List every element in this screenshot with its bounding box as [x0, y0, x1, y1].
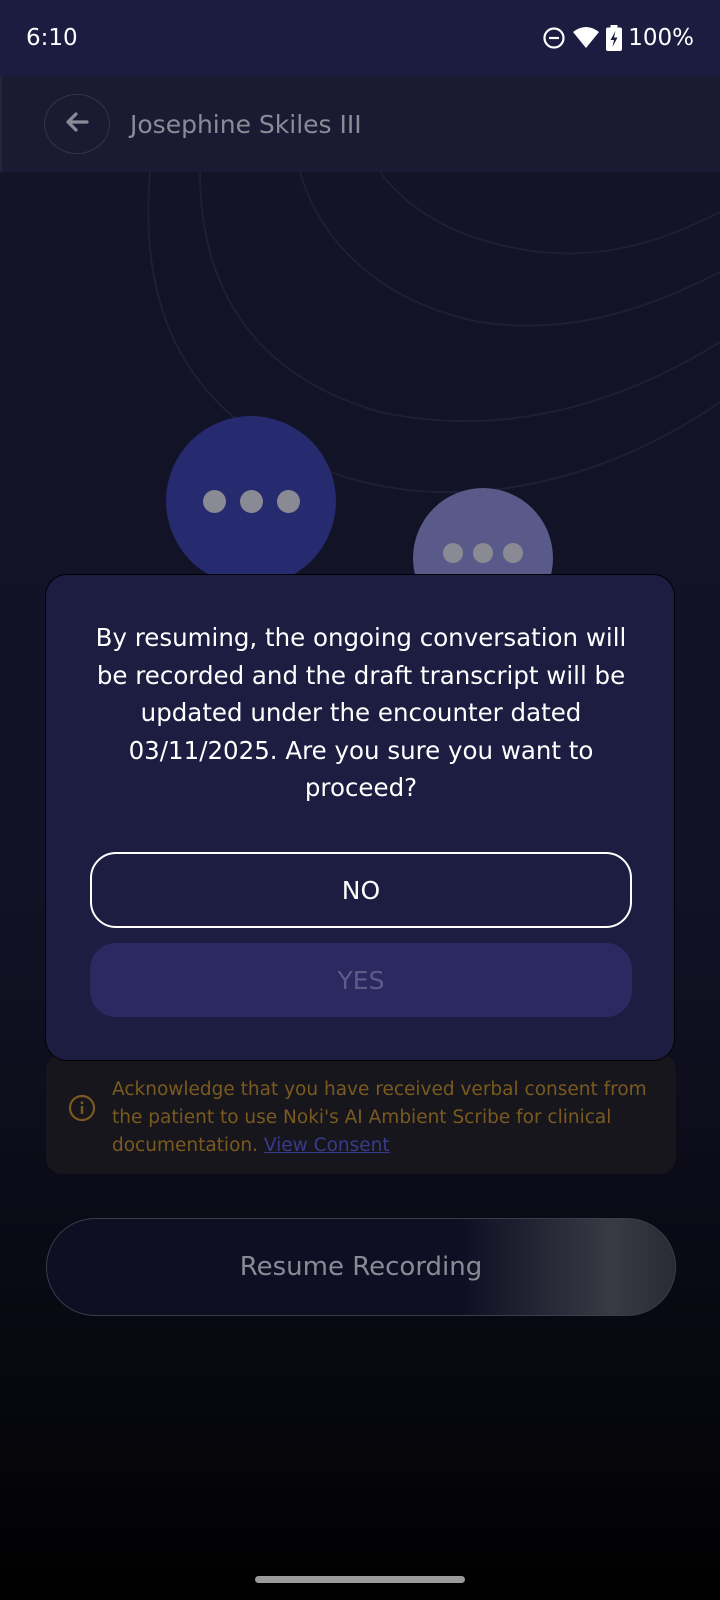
do-not-disturb-icon: [542, 26, 566, 50]
arrow-left-icon: [63, 108, 91, 140]
chat-bubble-primary-icon: [166, 416, 336, 586]
resume-recording-button[interactable]: Resume Recording: [46, 1218, 676, 1316]
status-icons: 100%: [542, 25, 694, 51]
battery-percent: 100%: [628, 25, 694, 51]
patient-name: Josephine Skiles III: [130, 109, 362, 139]
screen: 6:10 100% Josephine Skiles III Acknowled…: [0, 0, 720, 1600]
contour-background: [147, 172, 720, 494]
info-icon: [68, 1094, 96, 1126]
app-header: Josephine Skiles III: [0, 76, 720, 172]
no-button[interactable]: NO: [90, 852, 632, 928]
home-indicator[interactable]: [255, 1576, 465, 1583]
wifi-icon: [572, 26, 600, 50]
dialog-message: By resuming, the ongoing conversation wi…: [95, 623, 627, 802]
consent-notice: Acknowledge that you have received verba…: [46, 1054, 676, 1174]
view-consent-link[interactable]: View Consent: [264, 1135, 390, 1156]
status-time: 6:10: [26, 25, 78, 51]
status-bar: 6:10 100%: [0, 0, 720, 76]
battery-charging-icon: [606, 25, 623, 51]
yes-button[interactable]: YES: [90, 943, 632, 1017]
resume-confirmation-dialog: By resuming, the ongoing conversation wi…: [45, 574, 675, 1061]
consent-text: Acknowledge that you have received verba…: [112, 1076, 668, 1160]
back-button[interactable]: [44, 94, 110, 154]
